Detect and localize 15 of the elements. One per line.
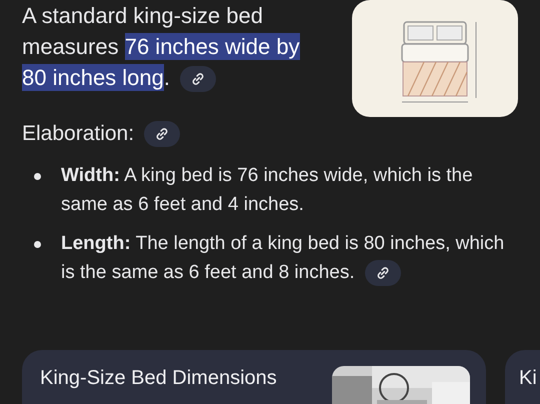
- bullet-text: Length: The length of a king bed is 80 inches, which is the same as 6 feet and 8 inches.: [61, 229, 516, 287]
- section-heading: Elaboration:: [22, 121, 134, 147]
- bullet-text: Width: A king bed is 76 inches wide, which is the same as 6 feet and 4 inches.: [61, 164, 474, 217]
- link-icon: [191, 72, 206, 86]
- link-button[interactable]: [144, 121, 180, 147]
- link-button[interactable]: [364, 260, 401, 286]
- result-card[interactable]: Ki: [505, 350, 540, 404]
- link-icon: [155, 127, 170, 141]
- bullet-icon: [34, 173, 41, 180]
- link-button[interactable]: [180, 66, 216, 92]
- result-card[interactable]: King-Size Bed Dimensions: [22, 350, 486, 404]
- bullet-icon: [34, 241, 41, 248]
- card-title: Ki: [519, 366, 537, 391]
- card-title: King-Size Bed Dimensions: [40, 366, 277, 391]
- link-icon: [376, 266, 390, 280]
